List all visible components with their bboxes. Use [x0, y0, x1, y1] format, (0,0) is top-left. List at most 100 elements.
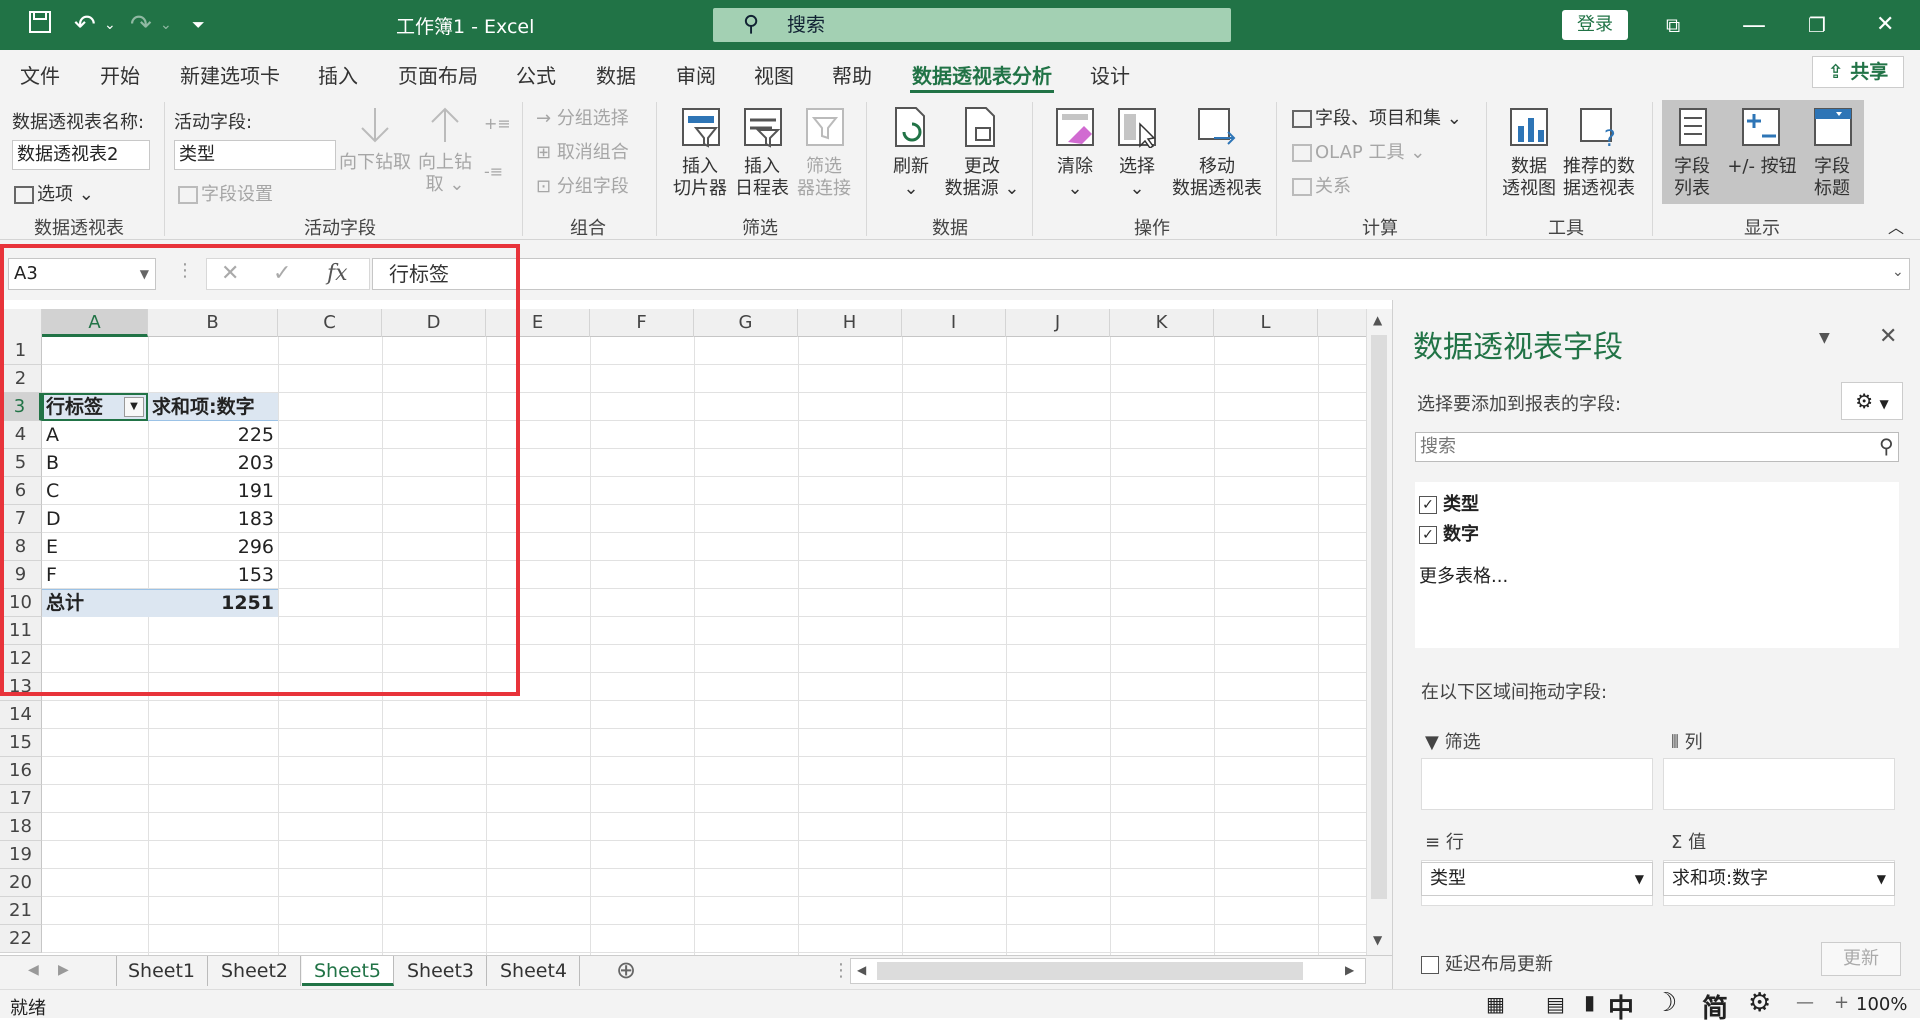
- field-item[interactable]: ✓ 类型: [1419, 490, 1479, 516]
- columns-drop-zone[interactable]: [1663, 758, 1895, 810]
- horizontal-scrollbar[interactable]: ◀ ▶: [850, 958, 1366, 984]
- field-settings-button[interactable]: 字段设置: [178, 180, 273, 206]
- save-icon[interactable]: [28, 10, 52, 41]
- column-header-h[interactable]: H: [798, 309, 902, 337]
- column-header-k[interactable]: K: [1110, 309, 1214, 337]
- sheet-tab[interactable]: Sheet1: [116, 956, 209, 986]
- rows-zone-item[interactable]: 类型 ▼: [1421, 862, 1653, 896]
- minimize-icon[interactable]: —: [1742, 10, 1766, 40]
- redo-icon[interactable]: ↷: [130, 10, 152, 40]
- group-selection-button[interactable]: → 分组选择: [536, 104, 629, 130]
- row-header[interactable]: 19: [0, 841, 42, 869]
- tab-home[interactable]: 开始: [100, 60, 140, 89]
- drill-up-button[interactable]: 向上钻取 ⌄: [414, 152, 476, 196]
- scroll-down-icon[interactable]: ▼: [1373, 933, 1382, 947]
- collapse-field-icon[interactable]: -≡: [484, 162, 503, 181]
- tab-insert[interactable]: 插入: [318, 60, 358, 89]
- row-header[interactable]: 18: [0, 813, 42, 841]
- field-headers-button[interactable]: 字段 标题: [1804, 156, 1860, 200]
- column-header-i[interactable]: I: [902, 309, 1006, 337]
- chevron-down-icon[interactable]: ▼: [1635, 863, 1644, 895]
- field-item[interactable]: ✓ 数字: [1419, 520, 1479, 546]
- sheet-tab-active[interactable]: Sheet5: [302, 956, 395, 986]
- row-header[interactable]: 17: [0, 785, 42, 813]
- expand-formula-icon[interactable]: ⌄: [1892, 264, 1904, 280]
- scroll-left-icon[interactable]: ◀: [857, 963, 866, 977]
- pane-settings-button[interactable]: ⚙ ▼: [1841, 382, 1903, 420]
- formula-input[interactable]: 行标签: [372, 258, 1910, 290]
- update-button[interactable]: 更新: [1821, 942, 1901, 976]
- values-zone-item[interactable]: 求和项:数字 ▼: [1663, 862, 1895, 896]
- sheet-tab[interactable]: Sheet3: [395, 956, 488, 986]
- row-header[interactable]: 20: [0, 869, 42, 897]
- defer-update-toggle[interactable]: 延迟布局更新: [1421, 950, 1553, 976]
- row-header[interactable]: 21: [0, 897, 42, 925]
- undo-icon[interactable]: ↶: [74, 10, 96, 40]
- more-tables-link[interactable]: 更多表格...: [1419, 562, 1508, 588]
- change-source-button[interactable]: 更改 数据源 ⌄: [940, 156, 1024, 200]
- drill-down-button[interactable]: 向下钻取: [338, 152, 412, 174]
- normal-view-icon[interactable]: ▦: [1486, 992, 1505, 1016]
- zoom-out-icon[interactable]: —: [1796, 992, 1814, 1013]
- search-box[interactable]: ⚲ 搜索: [713, 8, 1231, 42]
- fields-items-button[interactable]: 字段、项目和集 ⌄: [1292, 104, 1462, 130]
- h-scroll-thumb[interactable]: [877, 962, 1303, 980]
- ime-settings-icon[interactable]: ⚙: [1748, 988, 1771, 1018]
- next-sheet-icon[interactable]: ▶: [58, 962, 69, 978]
- zoom-level[interactable]: 100%: [1856, 994, 1907, 1015]
- tab-review[interactable]: 审阅: [676, 60, 716, 89]
- tab-data[interactable]: 数据: [596, 60, 636, 89]
- ribbon-display-icon[interactable]: ⧉: [1666, 10, 1680, 40]
- tab-help[interactable]: 帮助: [832, 60, 872, 89]
- tab-view[interactable]: 视图: [754, 60, 794, 89]
- vertical-scrollbar[interactable]: ▲ ▼: [1366, 309, 1392, 955]
- add-sheet-icon[interactable]: ⊕: [616, 956, 636, 984]
- group-field-button[interactable]: ⊡ 分组字段: [536, 172, 629, 198]
- filter-drop-zone[interactable]: [1421, 758, 1653, 810]
- collapse-ribbon-icon[interactable]: ︿: [1888, 214, 1904, 238]
- scroll-thumb[interactable]: [1371, 335, 1387, 899]
- sheet-tab[interactable]: Sheet2: [209, 956, 302, 986]
- expand-field-icon[interactable]: +≡: [484, 114, 511, 133]
- insert-slicer-button[interactable]: 插入 切片器: [670, 156, 730, 200]
- olap-tools-button[interactable]: OLAP 工具 ⌄: [1292, 138, 1425, 164]
- select-button[interactable]: 选择 ⌄: [1108, 156, 1166, 200]
- pivot-name-input[interactable]: 数据透视表2: [12, 140, 150, 170]
- tab-design[interactable]: 设计: [1090, 60, 1130, 89]
- clear-button[interactable]: 清除 ⌄: [1046, 156, 1104, 200]
- relationships-button[interactable]: 关系: [1292, 172, 1351, 198]
- page-layout-view-icon[interactable]: ▤: [1546, 992, 1565, 1016]
- tab-new[interactable]: 新建选项卡: [180, 60, 280, 89]
- ungroup-button[interactable]: ⊞ 取消组合: [536, 138, 629, 164]
- redo-dropdown-icon[interactable]: ⌄: [160, 10, 172, 40]
- tabs-splitter-icon[interactable]: ⋮: [832, 960, 850, 981]
- tab-page-layout[interactable]: 页面布局: [398, 60, 478, 89]
- undo-dropdown-icon[interactable]: ⌄: [104, 10, 116, 40]
- row-header[interactable]: 16: [0, 757, 42, 785]
- field-search-input[interactable]: 搜索: [1415, 432, 1899, 462]
- row-header[interactable]: 15: [0, 729, 42, 757]
- move-pivot-button[interactable]: 移动 数据透视表: [1166, 156, 1268, 200]
- checkbox-checked[interactable]: ✓: [1419, 496, 1437, 514]
- ime-simplified-mode[interactable]: 简: [1702, 988, 1728, 1025]
- active-field-input[interactable]: 类型: [174, 140, 336, 170]
- filter-connections-button[interactable]: 筛选 器连接: [794, 156, 854, 200]
- row-header[interactable]: 14: [0, 701, 42, 729]
- customize-qat-icon[interactable]: ⏷: [192, 10, 205, 40]
- options-button[interactable]: 选项 ⌄: [14, 180, 94, 206]
- column-header-g[interactable]: G: [694, 309, 798, 337]
- pane-options-dropdown-icon[interactable]: ▼: [1819, 330, 1830, 346]
- ime-chinese-mode[interactable]: 中: [1608, 988, 1634, 1025]
- share-button[interactable]: ⇪ 共享: [1812, 56, 1904, 88]
- ime-moon-icon[interactable]: ☽: [1654, 988, 1677, 1018]
- row-header[interactable]: 22: [0, 925, 42, 953]
- scroll-right-icon[interactable]: ▶: [1345, 963, 1354, 977]
- column-header-l[interactable]: L: [1214, 309, 1318, 337]
- refresh-button[interactable]: 刷新 ⌄: [882, 156, 940, 200]
- checkbox-unchecked[interactable]: [1421, 956, 1439, 974]
- tab-file[interactable]: 文件: [20, 60, 60, 89]
- field-list-button[interactable]: 字段 列表: [1664, 156, 1720, 200]
- login-button[interactable]: 登录: [1562, 10, 1628, 40]
- insert-timeline-button[interactable]: 插入 日程表: [732, 156, 792, 200]
- chevron-down-icon[interactable]: ▼: [1877, 863, 1886, 895]
